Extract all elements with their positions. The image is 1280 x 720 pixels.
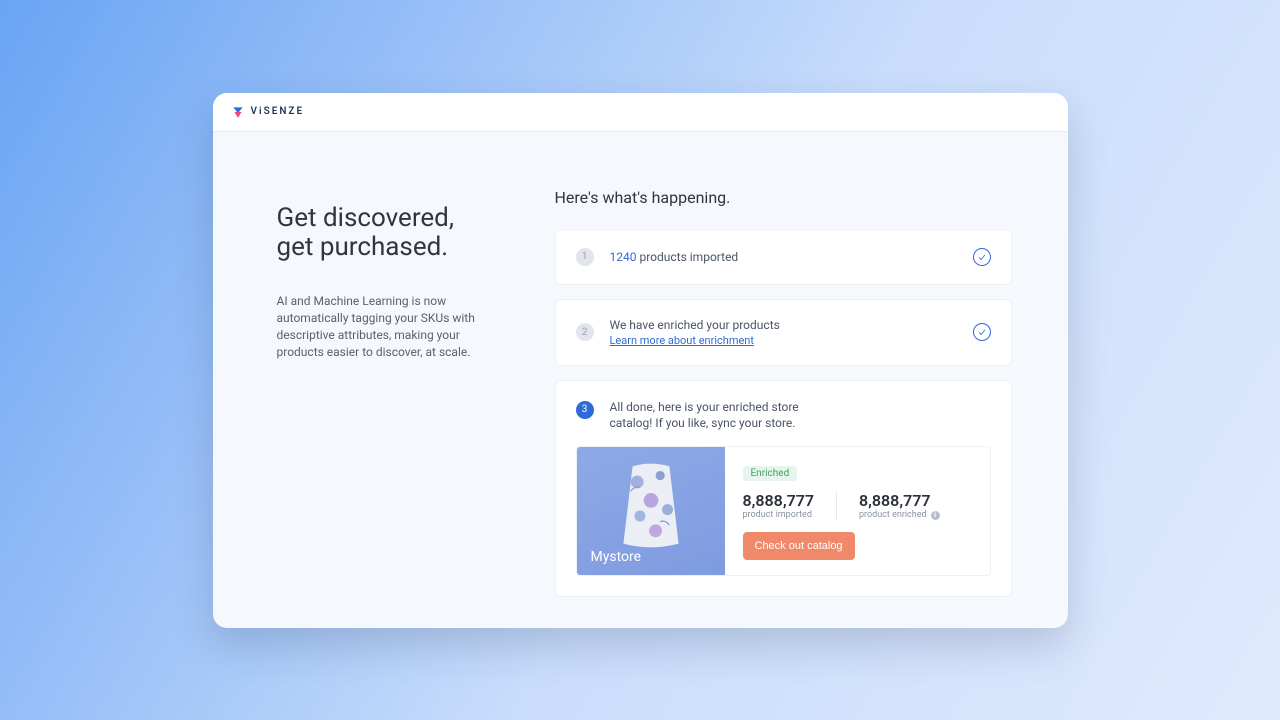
enriched-badge: Enriched (743, 466, 798, 481)
stat-imported-label: product imported (743, 510, 815, 520)
status-column: Here's what's happening. 1 1240 products… (555, 188, 1012, 598)
step-card-3: 3 All done, here is your enriched store … (555, 380, 1012, 598)
stat-enriched-value: 8,888,777 (859, 491, 940, 510)
status-title: Here's what's happening. (555, 188, 1012, 207)
step-1-body: 1240 products imported (610, 250, 973, 264)
page-headline: Get discovered, get purchased. (277, 204, 507, 264)
brand-logo-icon (231, 105, 245, 119)
check-out-catalog-button[interactable]: Check out catalog (743, 532, 855, 560)
step-2-body: We have enriched your products Learn mor… (610, 318, 973, 347)
step-card-1: 1 1240 products imported (555, 229, 1012, 285)
store-thumbnail: Mystore (577, 447, 725, 575)
store-panel: Mystore Enriched 8,888,777 product impor… (576, 446, 991, 576)
app-window: ViSENZE Get discovered, get purchased. A… (213, 93, 1068, 628)
step-number-1: 1 (576, 248, 594, 266)
step-number-3: 3 (576, 401, 594, 419)
content-area: Get discovered, get purchased. AI and Ma… (213, 132, 1068, 628)
intro-column: Get discovered, get purchased. AI and Ma… (277, 188, 507, 598)
brand-name: ViSENZE (251, 106, 305, 117)
store-stats: Enriched 8,888,777 product imported 8,88… (725, 447, 990, 575)
check-icon (973, 323, 991, 341)
stat-enriched-label: product enriched (859, 510, 927, 520)
headline-line-1: Get discovered, (277, 203, 454, 233)
step-number-2: 2 (576, 323, 594, 341)
step-3-text: All done, here is your enriched store ca… (610, 399, 840, 433)
store-name: Mystore (591, 549, 642, 565)
imported-count: 1240 (610, 250, 637, 264)
step-2-text: We have enriched your products (610, 318, 780, 332)
product-image-icon (605, 459, 697, 551)
info-icon[interactable]: i (931, 511, 940, 520)
check-icon (973, 248, 991, 266)
stat-imported: 8,888,777 product imported (743, 491, 837, 520)
imported-label: products imported (639, 250, 738, 264)
stat-enriched: 8,888,777 product enriched i (836, 491, 940, 520)
enrichment-learn-more-link[interactable]: Learn more about enrichment (610, 334, 973, 347)
step-card-2: 2 We have enriched your products Learn m… (555, 299, 1012, 366)
headline-line-2: get purchased. (277, 232, 449, 262)
intro-subtext: AI and Machine Learning is now automatic… (277, 293, 477, 360)
stat-imported-value: 8,888,777 (743, 491, 815, 510)
header-bar: ViSENZE (213, 93, 1068, 132)
